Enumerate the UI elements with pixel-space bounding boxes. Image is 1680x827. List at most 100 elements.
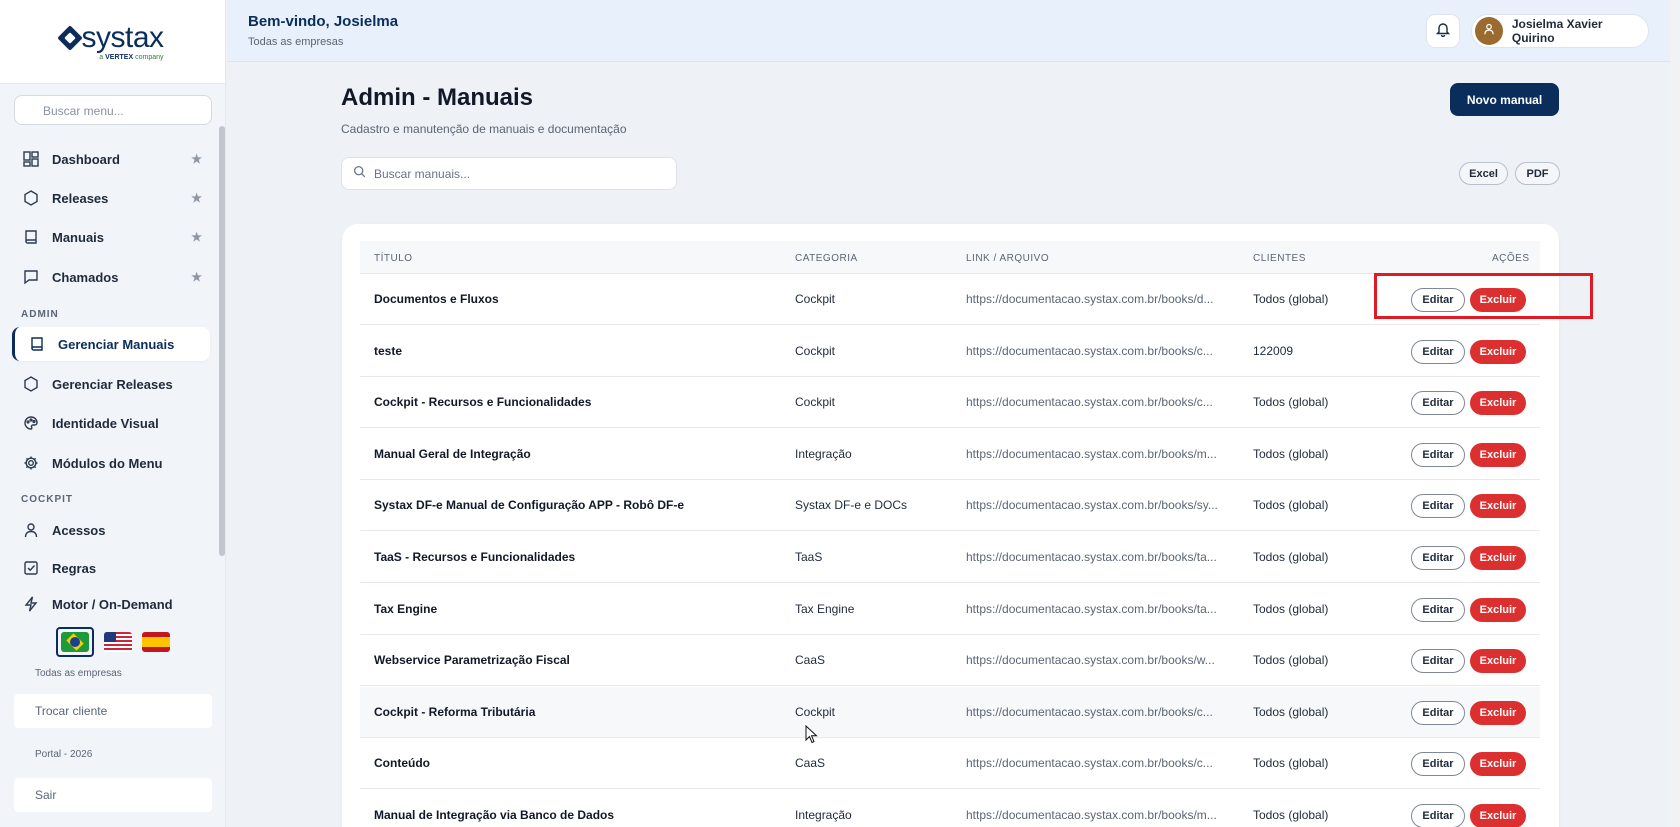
row-link[interactable]: https://documentacao.systax.com.br/books… (966, 705, 1213, 719)
row-link[interactable]: https://documentacao.systax.com.br/books… (966, 344, 1213, 358)
row-clients: Todos (global) (1253, 498, 1329, 513)
sidebar-item-label: Módulos do Menu (52, 455, 163, 471)
usa-flag-icon[interactable] (104, 632, 132, 652)
column-header-clients: CLIENTES (1253, 253, 1306, 264)
table-row[interactable]: Conteúdo CaaS https://documentacao.systax.… (360, 738, 1540, 790)
sidebar-item-motor-on-demand[interactable]: Motor / On-Demand (12, 587, 210, 621)
gear-icon (22, 454, 40, 472)
sidebar-item-gerenciar-releases[interactable]: Gerenciar Releases (12, 367, 210, 401)
new-manual-button[interactable]: Novo manual (1450, 83, 1559, 116)
sidebar-item-regras[interactable]: Regras (12, 551, 210, 585)
delete-button[interactable]: Excluir (1470, 700, 1526, 725)
sidebar-item-gerenciar-manuais[interactable]: Gerenciar Manuais (12, 327, 210, 361)
row-link[interactable]: https://documentacao.systax.com.br/books… (966, 498, 1218, 512)
edit-button[interactable]: Editar (1411, 597, 1465, 622)
manuals-search-input[interactable]: Buscar manuais... (341, 157, 677, 190)
favorite-star-icon[interactable]: ★ (191, 270, 202, 284)
row-clients: Todos (global) (1253, 446, 1329, 461)
column-header-link: LINK / ARQUIVO (966, 253, 1050, 264)
table-row[interactable]: TaaS - Recursos e Funcionalidades TaaS htt… (360, 532, 1540, 583)
row-clients: Todos (global) (1253, 292, 1329, 306)
notifications-button[interactable] (1426, 14, 1460, 48)
row-link[interactable]: https://documentacao.systax.com.br/books… (966, 808, 1217, 822)
edit-button[interactable]: Editar (1411, 752, 1465, 777)
delete-button[interactable]: Excluir (1470, 442, 1526, 467)
edit-button[interactable]: Editar (1411, 339, 1465, 364)
delete-button[interactable]: Excluir (1470, 804, 1526, 827)
row-link[interactable]: https://documentacao.systax.com.br/books… (966, 447, 1217, 461)
logo-tagline: a VERTEX company (99, 53, 164, 61)
favorite-star-icon[interactable]: ★ (191, 152, 202, 166)
logo-area: systax a VERTEX company (0, 0, 225, 84)
sidebar-item-chamados[interactable]: Chamados ★ (12, 260, 210, 294)
user-name: Josielma Xavier Quirino (1511, 17, 1603, 45)
table-row[interactable]: Manual Geral de Integração Integração http… (360, 429, 1540, 480)
row-link[interactable]: https://documentacao.systax.com.br/books… (966, 550, 1217, 564)
table-row[interactable]: teste Cockpit https://documentacao.systax.… (360, 326, 1540, 377)
sidebar-item-identidade-visual[interactable]: Identidade Visual (12, 406, 210, 440)
row-category: Integração (795, 808, 852, 822)
section-label-cockpit: COCKPIT (21, 494, 73, 505)
sidebar-item-modulos-menu[interactable]: Módulos do Menu (12, 446, 210, 480)
palette-icon (22, 414, 40, 432)
edit-button[interactable]: Editar (1411, 442, 1465, 467)
table-row[interactable]: Cockpit - Reforma Tributária Cockpit https… (360, 686, 1540, 738)
delete-button[interactable]: Excluir (1470, 494, 1526, 519)
edit-button[interactable]: Editar (1411, 804, 1465, 827)
sidebar-item-manuais[interactable]: Manuais ★ (12, 220, 210, 254)
row-category: Cockpit (795, 395, 836, 410)
row-link[interactable]: https://documentacao.systax.com.br/books… (966, 653, 1215, 667)
delete-button[interactable]: Excluir (1470, 752, 1526, 777)
user-menu-button[interactable]: Josielma Xavier Quirino (1471, 14, 1649, 48)
menu-search-input[interactable]: Buscar menu... (14, 95, 212, 125)
sidebar-item-releases[interactable]: Releases ★ (12, 181, 210, 215)
table-row[interactable]: Manual de Integração via Banco de Dados I… (360, 790, 1540, 827)
spain-flag-icon[interactable] (142, 632, 170, 652)
sidebar-item-label: Dashboard (52, 151, 120, 167)
edit-button[interactable]: Editar (1411, 391, 1465, 416)
logout-button[interactable]: Sair (14, 778, 212, 812)
sidebar-item-label: Chamados (52, 269, 119, 285)
edit-button[interactable]: Editar (1411, 546, 1465, 570)
sidebar-item-label: Releases (52, 190, 109, 206)
avatar (1475, 17, 1503, 45)
column-header-title: TÍTULO (374, 253, 413, 264)
row-title: TaaS - Recursos e Funcionalidades (374, 550, 576, 564)
table-row[interactable]: Cockpit - Recursos e Funcionalidades Cock… (360, 377, 1540, 429)
table-row[interactable]: Webservice Parametrização Fiscal CaaS http… (360, 635, 1540, 687)
hexagon-icon (22, 375, 40, 393)
table-row[interactable]: Systax DF-e Manual de Configuração APP -… (360, 480, 1540, 532)
row-link[interactable]: https://documentacao.systax.com.br/books… (966, 756, 1213, 770)
sidebar-item-acessos[interactable]: Acessos (12, 513, 210, 547)
edit-button[interactable]: Editar (1411, 649, 1465, 674)
book-icon (28, 335, 46, 353)
table-row[interactable]: Documentos e Fluxos Cockpit https://docume… (360, 274, 1540, 325)
edit-button[interactable]: Editar (1411, 700, 1465, 725)
delete-button[interactable]: Excluir (1470, 391, 1526, 416)
lightning-icon (22, 595, 40, 613)
page-scrollbar[interactable] (1670, 0, 1680, 827)
export-pdf-button[interactable]: PDF (1515, 162, 1560, 185)
export-excel-button[interactable]: Excel (1459, 162, 1508, 185)
row-link[interactable]: https://documentacao.systax.com.br/books… (966, 292, 1213, 306)
sidebar-scrollbar[interactable] (219, 126, 225, 556)
search-placeholder: Buscar manuais... (374, 166, 471, 181)
book-icon (22, 228, 40, 246)
delete-button[interactable]: Excluir (1470, 546, 1526, 570)
switch-client-button[interactable]: Trocar cliente (14, 694, 212, 728)
table-row[interactable]: Tax Engine Tax Engine https://documentacao… (360, 584, 1540, 635)
top-header: Bem-vindo, Josielma Todas as empresas Jo… (227, 0, 1680, 62)
logo-text: systax (81, 20, 164, 54)
delete-button[interactable]: Excluir (1470, 597, 1526, 622)
delete-button[interactable]: Excluir (1470, 339, 1526, 364)
row-link[interactable]: https://documentacao.systax.com.br/books… (966, 602, 1217, 616)
row-link[interactable]: https://documentacao.systax.com.br/books… (966, 395, 1213, 409)
systax-logo[interactable]: systax a VERTEX company (57, 20, 164, 61)
sidebar-item-dashboard[interactable]: Dashboard ★ (12, 142, 210, 176)
welcome-message: Bem-vindo, Josielma (248, 13, 399, 30)
favorite-star-icon[interactable]: ★ (191, 230, 202, 244)
edit-button[interactable]: Editar (1411, 494, 1465, 519)
favorite-star-icon[interactable]: ★ (191, 191, 202, 205)
language-pt-br[interactable] (56, 627, 94, 657)
delete-button[interactable]: Excluir (1470, 649, 1526, 674)
